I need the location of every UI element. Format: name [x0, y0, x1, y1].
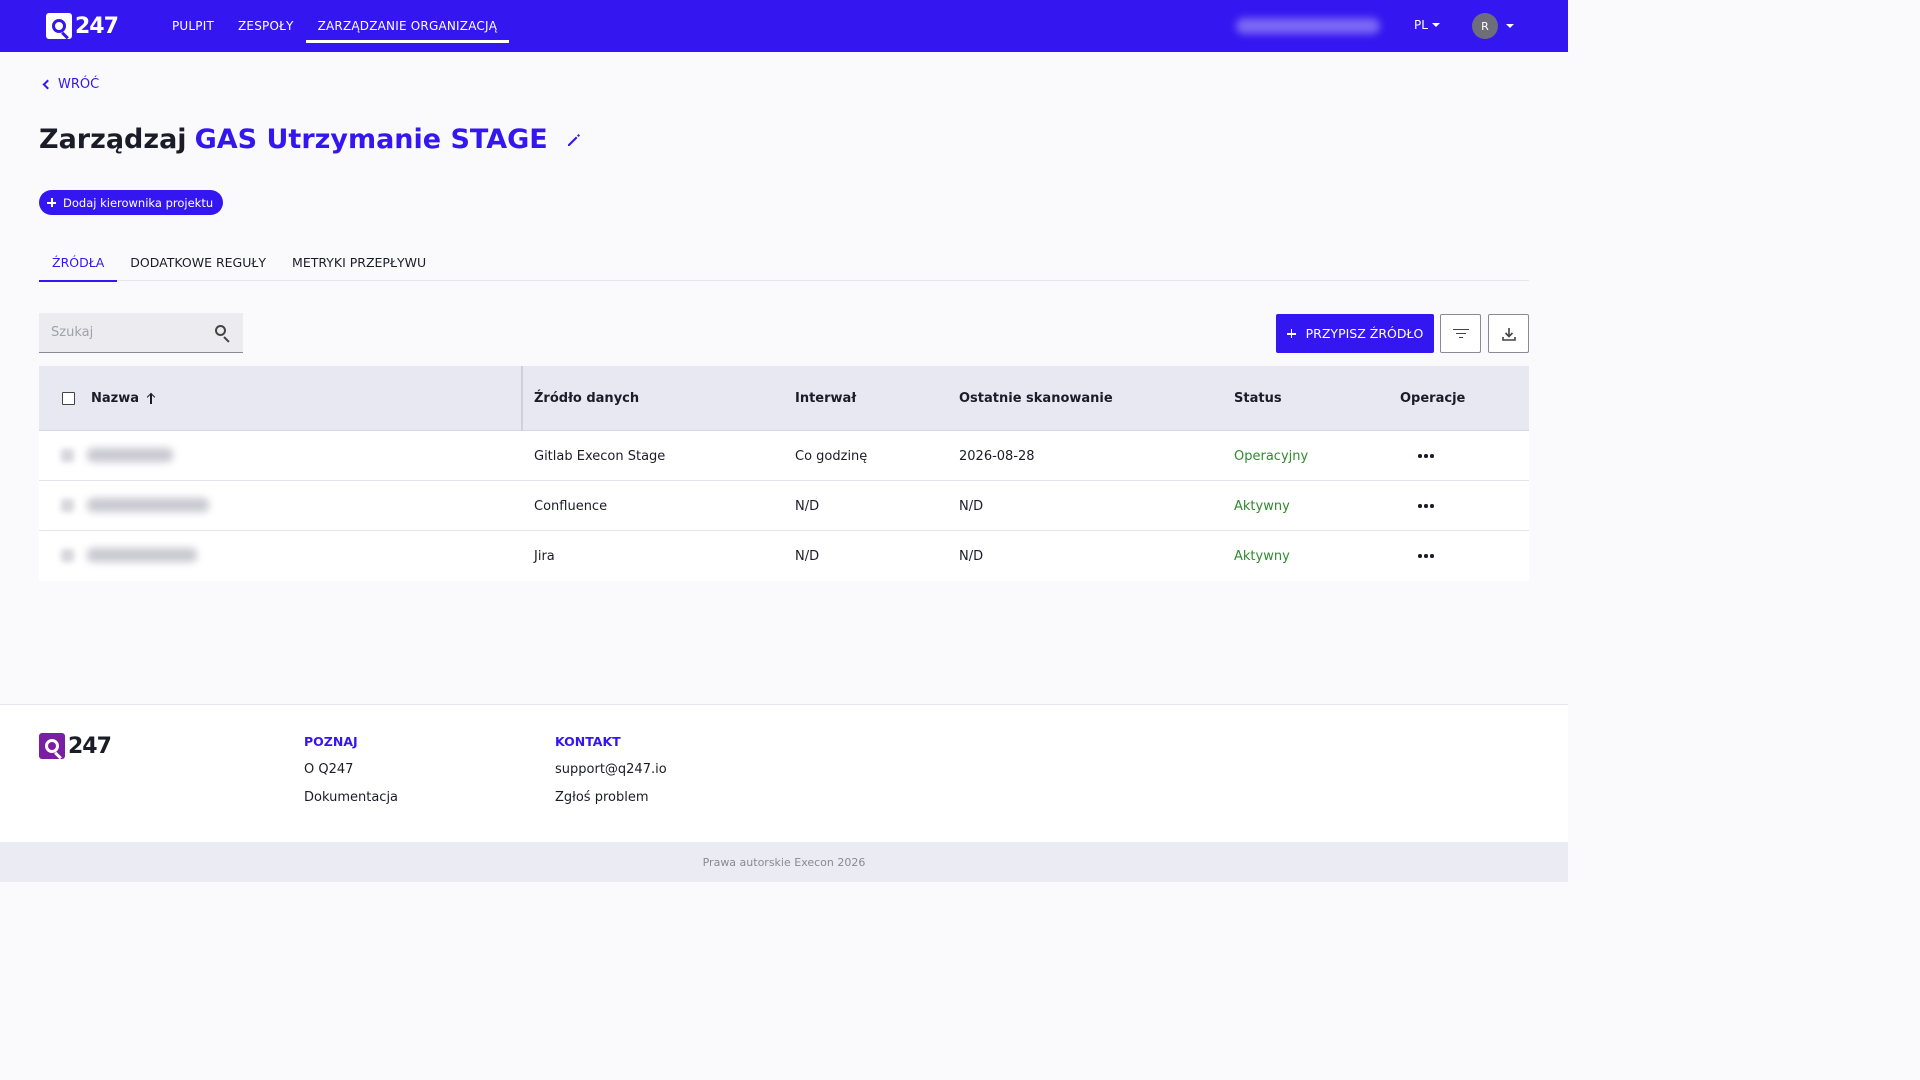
download-icon	[1501, 327, 1516, 341]
row-checkbox[interactable]	[61, 499, 74, 512]
avatar: R	[1472, 13, 1498, 39]
row-actions	[1418, 531, 1434, 581]
table-header: Nazwa Źródło danych Interwał Ostatnie sk…	[39, 366, 1529, 431]
tab-dodatkowe-reguly[interactable]: DODATKOWE REGUŁY	[117, 243, 279, 281]
sort-arrow-up-icon	[146, 393, 156, 404]
search-icon[interactable]	[215, 324, 231, 343]
more-horizontal-icon[interactable]	[1418, 454, 1434, 458]
page-title-prefix: Zarządzaj	[39, 124, 187, 155]
more-horizontal-icon[interactable]	[1418, 554, 1434, 558]
language-selector[interactable]: PL	[1414, 18, 1440, 32]
tab-metryki-przeplywu[interactable]: METRYKI PRZEPŁYWU	[279, 243, 439, 281]
row-actions	[1418, 481, 1434, 531]
column-header-operacje: Operacje	[1400, 391, 1466, 406]
search-input[interactable]	[51, 325, 215, 340]
main-nav: PULPIT ZESPOŁY ZARZĄDZANIE ORGANIZACJĄ	[160, 0, 509, 52]
assign-source-button[interactable]: PRZYPISZ ŹRÓDŁO	[1276, 314, 1434, 353]
back-label: WRÓĆ	[58, 77, 100, 92]
footer-heading-kontakt: KONTAKT	[555, 734, 621, 749]
cell-source: Gitlab Execon Stage	[534, 448, 666, 464]
footer-logo-text: 247	[68, 733, 112, 759]
cell-interval: N/D	[795, 498, 820, 514]
plus-icon	[1286, 329, 1296, 338]
download-button[interactable]	[1488, 314, 1529, 353]
blurred-name-cell	[39, 481, 521, 530]
tab-zrodla[interactable]: ŹRÓDŁA	[39, 243, 118, 282]
edit-pencil-icon[interactable]	[566, 132, 582, 148]
column-header-nazwa-label: Nazwa	[91, 391, 140, 406]
cell-interval: Co godzinę	[795, 448, 868, 464]
row-checkbox[interactable]	[61, 449, 74, 462]
cell-source: Jira	[534, 548, 555, 564]
language-label: PL	[1414, 18, 1428, 32]
add-project-manager-label: Dodaj kierownika projektu	[63, 195, 214, 210]
copyright: Prawa autorskie Execon 2026	[0, 842, 1568, 882]
more-horizontal-icon[interactable]	[1418, 504, 1434, 508]
filter-button[interactable]	[1440, 314, 1481, 353]
cell-last-scan: N/D	[959, 498, 984, 514]
status-badge: Aktywny	[1234, 548, 1290, 564]
footer-link-dokumentacja[interactable]: Dokumentacja	[304, 790, 398, 805]
cell-last-scan: N/D	[959, 548, 984, 564]
top-navigation-bar: 247 PULPIT ZESPOŁY ZARZĄDZANIE ORGANIZAC…	[0, 0, 1568, 52]
row-checkbox[interactable]	[61, 549, 74, 562]
blurred-name-cell	[39, 431, 521, 480]
assign-source-label: PRZYPISZ ŹRÓDŁO	[1305, 326, 1424, 341]
footer-link-support-email[interactable]: support@q247.io	[555, 762, 667, 777]
footer-heading-poznaj: POZNAJ	[304, 734, 358, 749]
caret-down-icon	[1431, 23, 1440, 27]
table-row[interactable]: Confluence N/D N/D Aktywny	[39, 481, 1529, 531]
page-title: Zarządzaj GAS Utrzymanie STAGE	[39, 124, 582, 155]
column-header-ostatnie-skanowanie: Ostatnie skanowanie	[959, 391, 1113, 406]
plus-icon	[47, 198, 56, 207]
cell-interval: N/D	[795, 548, 820, 564]
column-header-zrodlo-danych: Źródło danych	[534, 391, 640, 406]
status-badge: Aktywny	[1234, 498, 1290, 514]
q-logo-icon	[39, 733, 65, 760]
footer-column-poznaj: POZNAJ O Q247 Dokumentacja	[304, 734, 398, 818]
chevron-left-icon	[42, 79, 53, 90]
blurred-organization-name[interactable]	[1236, 18, 1380, 34]
add-project-manager-button[interactable]: Dodaj kierownika projektu	[39, 190, 224, 215]
caret-down-icon	[1506, 24, 1514, 28]
status-badge: Operacyjny	[1234, 448, 1309, 464]
select-all-checkbox[interactable]	[62, 392, 75, 405]
nav-item-zespoly[interactable]: ZESPOŁY	[226, 0, 306, 52]
sources-table: Nazwa Źródło danych Interwał Ostatnie sk…	[39, 366, 1529, 581]
filter-icon	[1452, 328, 1469, 339]
table-row[interactable]: Jira N/D N/D Aktywny	[39, 531, 1529, 581]
column-header-nazwa[interactable]: Nazwa	[91, 366, 156, 431]
select-all-checkbox-cell	[62, 366, 75, 431]
q-logo-icon	[46, 13, 72, 40]
blurred-name	[87, 548, 197, 562]
user-menu[interactable]: R	[1472, 13, 1514, 39]
blurred-name	[87, 448, 173, 462]
search-box	[39, 313, 243, 353]
table-row[interactable]: Gitlab Execon Stage Co godzinę 2026-08-2…	[39, 431, 1529, 481]
back-link[interactable]: WRÓĆ	[42, 77, 100, 92]
nav-item-zarzadzanie-organizacja[interactable]: ZARZĄDZANIE ORGANIZACJĄ	[305, 0, 510, 52]
project-name: GAS Utrzymanie STAGE	[194, 124, 548, 155]
column-header-status: Status	[1234, 391, 1282, 406]
cell-source: Confluence	[534, 498, 608, 514]
tabs: ŹRÓDŁA DODATKOWE REGUŁY METRYKI PRZEPŁYW…	[39, 243, 1529, 282]
blurred-name-cell	[39, 531, 521, 580]
cell-last-scan: 2026-08-28	[959, 448, 1035, 464]
footer-link-o-q247[interactable]: O Q247	[304, 762, 398, 777]
column-header-interwal: Interwał	[795, 391, 857, 406]
blurred-name	[87, 498, 209, 512]
footer-logo[interactable]: 247	[39, 733, 112, 760]
column-resize-handle[interactable]	[521, 366, 523, 431]
logo-text: 247	[75, 13, 119, 39]
app-logo[interactable]: 247	[46, 12, 119, 40]
row-actions	[1418, 431, 1434, 481]
footer-column-kontakt: KONTAKT support@q247.io Zgłoś problem	[555, 734, 667, 818]
footer-link-zglos-problem[interactable]: Zgłoś problem	[555, 790, 667, 805]
footer: 247 POZNAJ O Q247 Dokumentacja KONTAKT s…	[0, 704, 1568, 842]
nav-item-pulpit[interactable]: PULPIT	[160, 0, 226, 52]
